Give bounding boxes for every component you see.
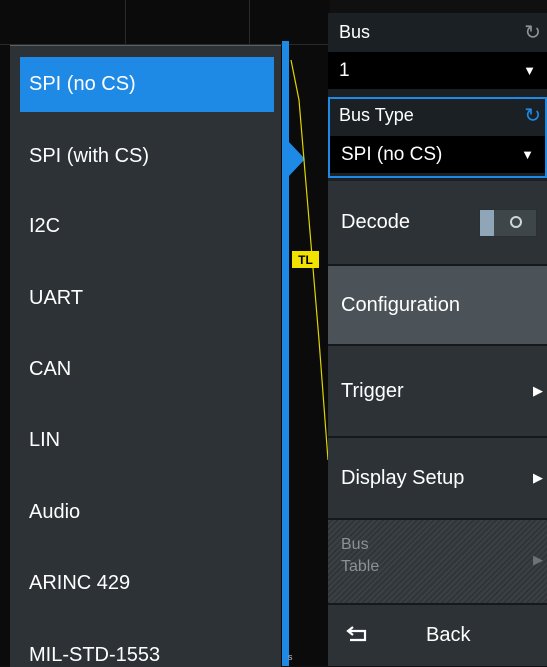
back-icon [346,626,367,642]
bus-type-label: Bus Type [339,105,414,125]
refresh-icon[interactable]: ↻ [524,20,541,45]
bus-type-control[interactable]: Bus Type ↻ SPI (no CS) ▼ [328,97,547,178]
grid-line [249,0,250,45]
option-label: UART [29,287,84,309]
decode-toggle[interactable] [479,208,537,237]
decode-row: Decode [328,181,547,264]
option-arinc-429[interactable]: ARINC 429 [20,556,274,611]
configuration-label: Configuration [341,293,460,316]
back-label: Back [426,624,471,646]
option-can[interactable]: CAN [20,342,274,397]
option-spi-with-cs[interactable]: SPI (with CS) [20,129,274,184]
option-i2c[interactable]: I2C [20,199,274,254]
bus-header: Bus ↻ [328,13,547,51]
waveform-marker: s [288,652,293,662]
option-label: Audio [29,501,81,523]
display-setup-button[interactable]: Display Setup ▶ [328,436,547,518]
bus-type-select[interactable]: SPI (no CS) ▼ [330,136,545,173]
toggle-knob [480,209,494,236]
back-button[interactable]: Back [328,603,547,666]
option-label: SPI (with CS) [29,145,150,167]
display-setup-label: Display Setup [341,466,465,489]
selection-connector-bar [282,41,289,666]
bus-settings-panel: Bus ↻ 1 ▼ Bus Type ↻ SPI (no CS) ▼ Decod… [328,13,547,666]
chevron-down-icon: ▼ [523,63,536,78]
submenu-arrow-icon: ▶ [533,470,543,485]
submenu-arrow-icon: ▶ [533,552,543,567]
option-label: CAN [29,358,72,380]
bus-label: Bus [339,22,371,42]
chevron-down-icon: ▼ [521,147,534,162]
bus-table-label-line1: Bus [341,536,369,553]
bus-table-button[interactable]: Bus Table ▶ [328,518,547,603]
option-lin[interactable]: LIN [20,413,274,468]
grid-line [125,0,126,45]
bus-table-label-line2: Table [341,558,380,575]
option-audio[interactable]: Audio [20,485,274,540]
option-label: ARINC 429 [29,572,131,594]
option-uart[interactable]: UART [20,271,274,326]
toggle-off-icon [510,215,522,228]
submenu-arrow-icon: ▶ [533,383,543,398]
bus-type-dropdown-list: SPI (no CS) SPI (with CS) I2C UART CAN L… [10,45,281,667]
bus-select[interactable]: 1 ▼ [328,52,547,89]
trigger-level-badge: TL [292,251,319,268]
waveform-trace [290,59,329,461]
trigger-button[interactable]: Trigger ▶ [328,344,547,436]
option-mil-std-1553[interactable]: MIL-STD-1553 [20,628,274,667]
option-label: MIL-STD-1553 [29,644,161,666]
trigger-label: Trigger [341,379,404,402]
bus-type-value: SPI (no CS) [341,143,443,165]
option-label: LIN [29,429,61,451]
decode-label: Decode [341,211,410,233]
configuration-button[interactable]: Configuration [328,264,547,344]
refresh-icon[interactable]: ↻ [524,103,541,128]
option-spi-no-cs[interactable]: SPI (no CS) [20,57,274,112]
option-label: I2C [29,215,61,237]
option-label: SPI (no CS) [29,73,136,95]
bus-value: 1 [339,59,350,81]
